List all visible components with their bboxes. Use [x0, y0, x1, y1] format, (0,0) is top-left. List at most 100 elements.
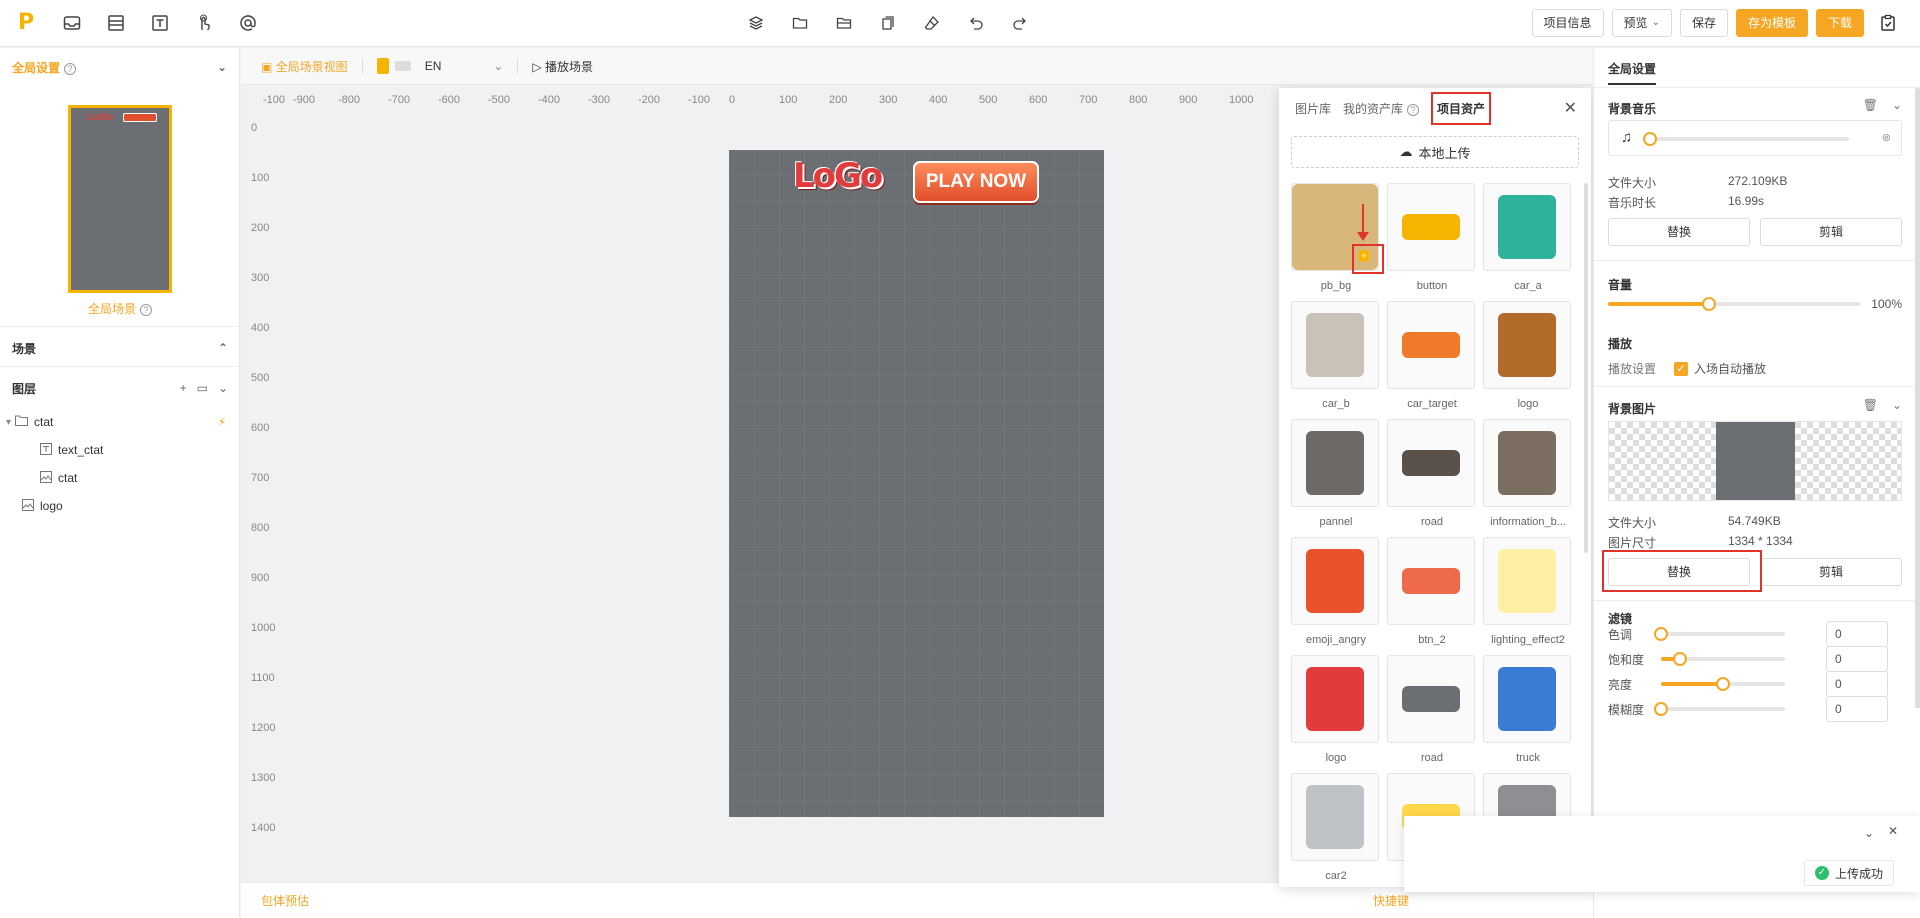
replace-music-button[interactable]: 替换 [1608, 218, 1750, 246]
chevron-down-icon[interactable]: ⌄ [1892, 398, 1902, 412]
undo-icon[interactable] [965, 12, 987, 34]
scene-header[interactable]: 场景 ⌃ [0, 329, 240, 367]
asset-item[interactable]: lighting_effect2 [1483, 537, 1571, 646]
edit-music-button[interactable]: 剪辑 [1760, 218, 1902, 246]
ruler-tick-label: 100 [251, 172, 270, 184]
divider [1594, 386, 1920, 387]
filter-value-input[interactable]: 0 [1826, 696, 1888, 722]
asset-item[interactable]: car_b [1291, 301, 1379, 410]
upload-toast: ⌄ ✕ ✓ 上传成功 [1404, 816, 1920, 892]
close-icon[interactable]: ✕ [1564, 98, 1577, 118]
chevron-down-icon[interactable]: ⌄ [1864, 826, 1874, 840]
eraser-icon[interactable] [921, 12, 943, 34]
color-swatch-yellow[interactable] [376, 58, 389, 74]
tab-image-library[interactable]: 图片库 [1295, 100, 1331, 117]
chevron-up-icon[interactable]: ⌃ [218, 341, 228, 355]
shortcut-link[interactable]: 快捷键 [1373, 892, 1409, 909]
asset-item[interactable]: car_target [1387, 301, 1475, 410]
filter-slider[interactable] [1661, 677, 1785, 691]
filter-value-input[interactable]: 0 [1826, 621, 1888, 647]
tab-global-settings[interactable]: 全局设置 [1608, 54, 1657, 85]
filter-value-input[interactable]: 0 [1826, 646, 1888, 672]
save-template-button[interactable]: 存为模板 [1735, 9, 1808, 37]
check-circle-icon: ✓ [1814, 866, 1829, 880]
tab-my-assets[interactable]: 我的资产库? [1343, 100, 1420, 117]
layer-item[interactable]: text_ctat [0, 437, 240, 463]
volume-slider[interactable] [1608, 297, 1860, 311]
scene-view-toggle[interactable]: ▣ 全局场景视图 [261, 58, 348, 75]
redo-icon[interactable] [1009, 12, 1031, 34]
right-scrollbar[interactable] [1915, 88, 1920, 708]
asset-item[interactable]: truck [1483, 655, 1571, 764]
folder-icon[interactable] [789, 12, 811, 34]
trash-icon[interactable]: 🗑 [1863, 98, 1878, 112]
package-estimate-link[interactable]: 包体预估 [261, 892, 309, 909]
gesture-icon[interactable] [194, 13, 214, 33]
scrollbar[interactable] [1584, 183, 1588, 553]
caret-down-icon[interactable]: ▾ [6, 417, 11, 428]
global-scene-thumbnail[interactable]: LoGo [68, 105, 172, 293]
layer-item[interactable]: logo [0, 493, 240, 519]
stage-logo[interactable]: LoGo [793, 156, 883, 196]
language-select[interactable]: EN ⌄ [425, 59, 504, 73]
asset-item[interactable]: button [1387, 183, 1475, 292]
filter-slider[interactable] [1654, 627, 1785, 641]
at-icon[interactable] [238, 13, 258, 33]
autoplay-checkbox[interactable]: ✓ [1674, 361, 1688, 376]
layer-item[interactable]: ctat [0, 465, 240, 491]
ruler-tick-label: 900 [1179, 94, 1198, 106]
layout-icon[interactable] [106, 13, 126, 33]
app-logo-icon[interactable]: P [18, 12, 38, 34]
folder-open-icon[interactable] [833, 12, 855, 34]
remove-music-icon[interactable]: ⊗ [1882, 131, 1891, 144]
edit-image-button[interactable]: 剪辑 [1760, 558, 1902, 586]
bg-image-preview[interactable] [1608, 421, 1902, 501]
lightning-icon[interactable]: ⚡ [218, 415, 226, 429]
help-icon[interactable]: ? [64, 62, 77, 75]
asset-item[interactable]: logo [1483, 301, 1571, 410]
stage-play-button[interactable]: PLAY NOW [913, 161, 1039, 203]
folder-add-icon[interactable]: ▭ [197, 381, 208, 395]
help-icon[interactable]: ? [140, 304, 152, 316]
local-upload-button[interactable]: ☁ 本地上传 [1291, 136, 1579, 168]
tab-project-assets[interactable]: 项目资产 [1431, 91, 1492, 125]
asset-item[interactable]: road [1387, 419, 1475, 528]
asset-item[interactable]: information_b... [1483, 419, 1571, 528]
text-icon[interactable] [150, 13, 170, 33]
filter-slider[interactable] [1654, 702, 1785, 716]
chevron-down-icon[interactable]: ⌄ [217, 60, 227, 74]
bg-image-title: 背景图片 [1608, 402, 1657, 416]
asset-item[interactable]: pannel [1291, 419, 1379, 528]
copy-icon[interactable] [877, 12, 899, 34]
inbox-icon[interactable] [62, 13, 82, 33]
close-icon[interactable]: ✕ [1888, 824, 1898, 838]
download-button[interactable]: 下载 [1815, 9, 1864, 37]
asset-item[interactable]: logo [1291, 655, 1379, 764]
asset-item[interactable]: car2 [1291, 773, 1379, 882]
music-progress-slider[interactable] [1643, 132, 1849, 146]
help-icon[interactable]: ? [1407, 103, 1420, 116]
trash-icon[interactable]: 🗑 [1863, 398, 1878, 412]
chevron-down-icon[interactable]: ⌄ [218, 381, 228, 395]
asset-thumbnail [1306, 549, 1364, 613]
add-icon[interactable]: + [180, 381, 187, 395]
checklist-icon[interactable] [1878, 13, 1898, 33]
scene-stage[interactable]: LoGo PLAY NOW [729, 150, 1104, 817]
color-swatch-gray[interactable] [394, 61, 411, 71]
asset-item[interactable]: road [1387, 655, 1475, 764]
global-settings-header[interactable]: 全局设置? ⌄ [0, 48, 239, 86]
preview-dropdown[interactable]: 预览 ⌄ [1611, 9, 1672, 37]
project-info-button[interactable]: 项目信息 [1531, 9, 1604, 37]
asset-thumbnail [1402, 450, 1460, 476]
asset-item[interactable]: btn_2 [1387, 537, 1475, 646]
layer-item[interactable]: ▾ ctat ⚡ [0, 409, 240, 435]
asset-item[interactable]: car_a [1483, 183, 1571, 292]
filter-slider[interactable] [1661, 652, 1785, 666]
layers-icon[interactable] [745, 12, 767, 34]
chevron-down-icon[interactable]: ⌄ [1892, 98, 1902, 112]
save-button[interactable]: 保存 [1679, 9, 1728, 37]
canvas-bottom-bar: 包体预估 快捷键 [241, 882, 1593, 918]
filter-value-input[interactable]: 0 [1826, 671, 1888, 697]
asset-item[interactable]: emoji_angry [1291, 537, 1379, 646]
play-scene-button[interactable]: ▷ 播放场景 [532, 58, 593, 75]
